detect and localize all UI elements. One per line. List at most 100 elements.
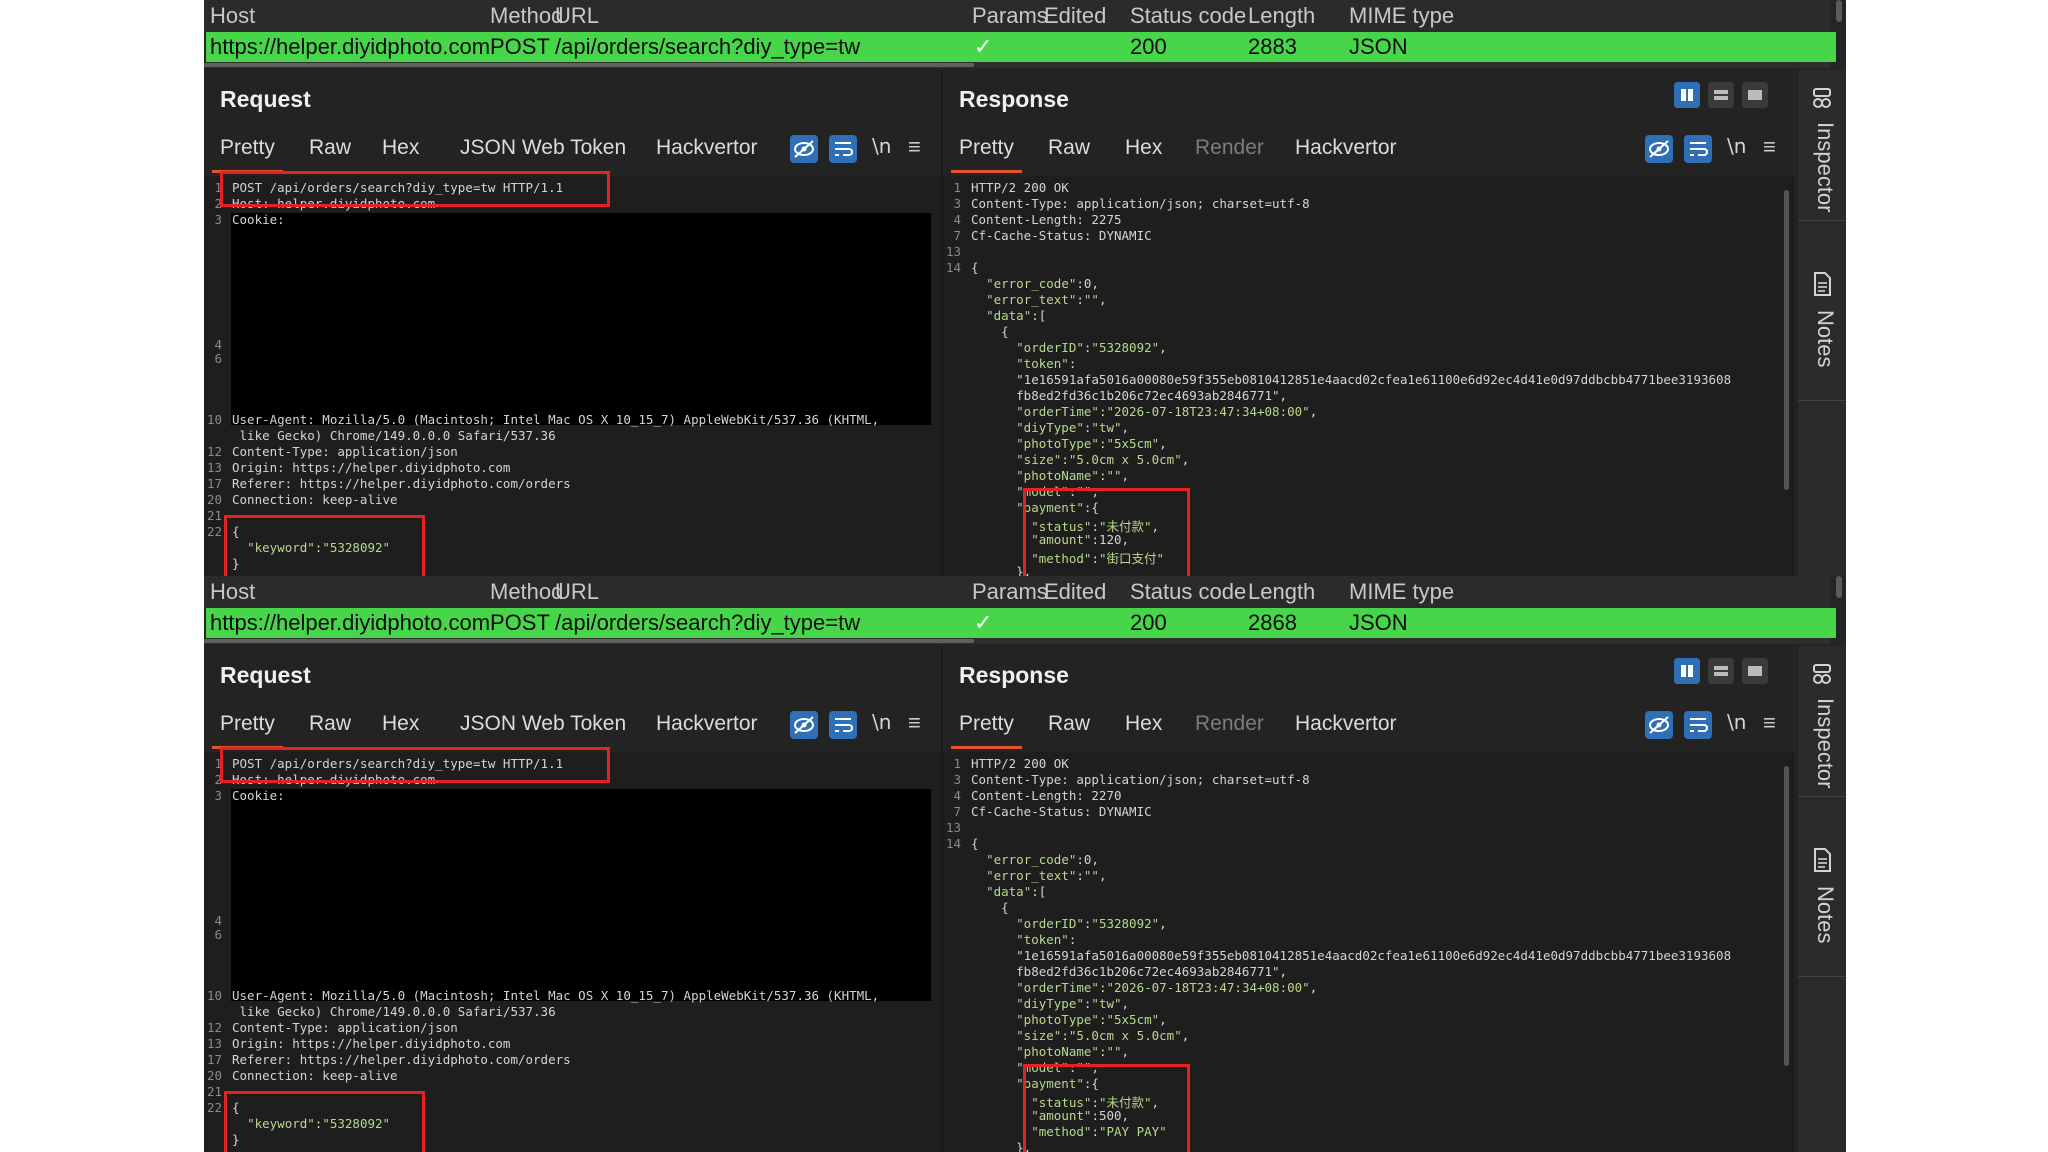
col-params[interactable]: Params bbox=[972, 3, 1048, 29]
col-edited[interactable]: Edited bbox=[1044, 3, 1106, 29]
tab-raw[interactable]: Raw bbox=[309, 712, 351, 736]
table-scrollbar[interactable] bbox=[1836, 576, 1842, 598]
row-method: POST bbox=[490, 34, 550, 59]
tab-pretty[interactable]: Pretty bbox=[951, 136, 1022, 173]
split-horizontal-icon[interactable] bbox=[1708, 658, 1734, 684]
response-pane: Response Pretty Raw Hex Render Hackverto… bbox=[943, 646, 1795, 1152]
newline-toggle[interactable]: \n bbox=[1727, 134, 1746, 158]
tab-hackvertor[interactable]: Hackvertor bbox=[656, 712, 758, 736]
editor-scrollbar[interactable] bbox=[1784, 766, 1789, 1066]
code-line: Cookie: bbox=[232, 212, 285, 227]
request-editor[interactable]: 1 2 3 4 6 10 12 13 17 20 21 22 POST /api/orders/sea… bbox=[204, 747, 941, 1152]
col-mime[interactable]: MIME type bbox=[1349, 579, 1454, 605]
col-url[interactable]: URL bbox=[555, 3, 599, 29]
tab-hackvertor[interactable]: Hackvertor bbox=[656, 136, 758, 160]
table-row[interactable]: https://helper.diyidphoto.com POST /api/… bbox=[206, 32, 1836, 62]
editor-scrollbar[interactable] bbox=[1784, 190, 1789, 490]
line-number: 7 bbox=[953, 228, 961, 243]
tab-hackvertor[interactable]: Hackvertor bbox=[1295, 136, 1397, 160]
code-line: "orderID":"5328092", bbox=[1016, 340, 1167, 355]
response-editor[interactable]: 1 3 4 7 13 14 HTTP/2 200 OK Content-Type: appl… bbox=[943, 176, 1795, 576]
code-line: HTTP/2 200 OK bbox=[971, 180, 1069, 195]
col-host[interactable]: Host bbox=[210, 579, 255, 605]
tab-hackvertor[interactable]: Hackvertor bbox=[1295, 712, 1397, 736]
row-length: 2883 bbox=[1248, 34, 1297, 59]
eye-slash-icon[interactable] bbox=[1644, 710, 1674, 740]
notes-tab[interactable]: Notes bbox=[1812, 310, 1838, 367]
code-line: "photoName":"", bbox=[1016, 468, 1130, 483]
code-line: like Gecko) Chrome/149.0.0.0 Safari/537.… bbox=[232, 428, 556, 443]
notes-icon[interactable] bbox=[1808, 846, 1836, 874]
table-hscrollbar[interactable] bbox=[204, 638, 1830, 644]
col-edited[interactable]: Edited bbox=[1044, 579, 1106, 605]
notes-icon[interactable] bbox=[1808, 270, 1836, 298]
table-header: Host Method URL Params Edited Status cod… bbox=[204, 0, 1830, 32]
menu-icon[interactable]: ≡ bbox=[1763, 134, 1776, 160]
line-number: 1 bbox=[953, 180, 961, 195]
wrap-lines-icon[interactable] bbox=[1683, 134, 1713, 164]
col-length[interactable]: Length bbox=[1248, 579, 1315, 605]
redacted-cookie-block bbox=[231, 213, 931, 425]
response-editor[interactable]: 1 3 4 7 13 14 HTTP/2 200 OK Content-Type: appl… bbox=[943, 752, 1795, 1152]
tab-raw[interactable]: Raw bbox=[309, 136, 351, 160]
tab-pretty[interactable]: Pretty bbox=[951, 712, 1022, 749]
tab-hex[interactable]: Hex bbox=[1125, 712, 1162, 736]
col-params[interactable]: Params bbox=[972, 579, 1048, 605]
menu-icon[interactable]: ≡ bbox=[908, 710, 921, 736]
split-horizontal-icon[interactable] bbox=[1708, 82, 1734, 108]
code-line: Cookie: bbox=[232, 788, 285, 803]
line-number: 10 bbox=[206, 988, 222, 1003]
line-number: 1 bbox=[953, 756, 961, 771]
newline-toggle[interactable]: \n bbox=[872, 710, 891, 734]
col-length[interactable]: Length bbox=[1248, 3, 1315, 29]
wrap-lines-icon[interactable] bbox=[1683, 710, 1713, 740]
tab-raw[interactable]: Raw bbox=[1048, 136, 1090, 160]
wrap-lines-icon[interactable] bbox=[828, 710, 858, 740]
tab-hex[interactable]: Hex bbox=[382, 712, 419, 736]
tab-json-web-token[interactable]: JSON Web Token bbox=[460, 712, 626, 736]
tab-render[interactable]: Render bbox=[1195, 712, 1264, 736]
inspector-tab[interactable]: Inspector bbox=[1812, 698, 1838, 789]
table-hscrollbar[interactable] bbox=[204, 62, 1830, 68]
col-status[interactable]: Status code bbox=[1130, 3, 1246, 29]
eye-slash-icon[interactable] bbox=[789, 134, 819, 164]
newline-toggle[interactable]: \n bbox=[872, 134, 891, 158]
line-number: 4 bbox=[214, 337, 222, 352]
col-method[interactable]: Method bbox=[490, 579, 563, 605]
newline-toggle[interactable]: \n bbox=[1727, 710, 1746, 734]
side-divider bbox=[1798, 976, 1846, 977]
split-vertical-icon[interactable] bbox=[1674, 658, 1700, 684]
col-method[interactable]: Method bbox=[490, 3, 563, 29]
notes-tab[interactable]: Notes bbox=[1812, 886, 1838, 943]
tab-hex[interactable]: Hex bbox=[382, 136, 419, 160]
single-pane-icon[interactable] bbox=[1742, 82, 1768, 108]
table-row[interactable]: https://helper.diyidphoto.com POST /api/… bbox=[206, 608, 1836, 638]
wrap-lines-icon[interactable] bbox=[828, 134, 858, 164]
inspector-icon[interactable] bbox=[1808, 84, 1836, 112]
menu-icon[interactable]: ≡ bbox=[908, 134, 921, 160]
side-panel: Inspector Notes bbox=[1797, 646, 1846, 1152]
code-line: "token": bbox=[1016, 356, 1077, 371]
tab-raw[interactable]: Raw bbox=[1048, 712, 1090, 736]
tab-pretty[interactable]: Pretty bbox=[212, 136, 283, 173]
split-vertical-icon[interactable] bbox=[1674, 82, 1700, 108]
eye-slash-icon[interactable] bbox=[789, 710, 819, 740]
inspector-icon[interactable] bbox=[1808, 660, 1836, 688]
single-pane-icon[interactable] bbox=[1742, 658, 1768, 684]
col-url[interactable]: URL bbox=[555, 579, 599, 605]
tab-hex[interactable]: Hex bbox=[1125, 136, 1162, 160]
col-mime[interactable]: MIME type bbox=[1349, 3, 1454, 29]
code-line: HTTP/2 200 OK bbox=[971, 756, 1069, 771]
tab-pretty[interactable]: Pretty bbox=[212, 712, 283, 749]
tab-json-web-token[interactable]: JSON Web Token bbox=[460, 136, 626, 160]
menu-icon[interactable]: ≡ bbox=[1763, 710, 1776, 736]
inspector-tab[interactable]: Inspector bbox=[1812, 122, 1838, 213]
request-editor[interactable]: 1 2 3 4 6 10 12 13 17 20 21 22 POST /api/orders/sea… bbox=[204, 171, 941, 576]
eye-slash-icon[interactable] bbox=[1644, 134, 1674, 164]
col-host[interactable]: Host bbox=[210, 3, 255, 29]
table-scrollbar[interactable] bbox=[1836, 0, 1842, 22]
line-gutter: 1 3 4 7 13 14 bbox=[943, 752, 963, 1152]
col-status[interactable]: Status code bbox=[1130, 579, 1246, 605]
tab-render[interactable]: Render bbox=[1195, 136, 1264, 160]
row-mime: JSON bbox=[1349, 610, 1408, 635]
